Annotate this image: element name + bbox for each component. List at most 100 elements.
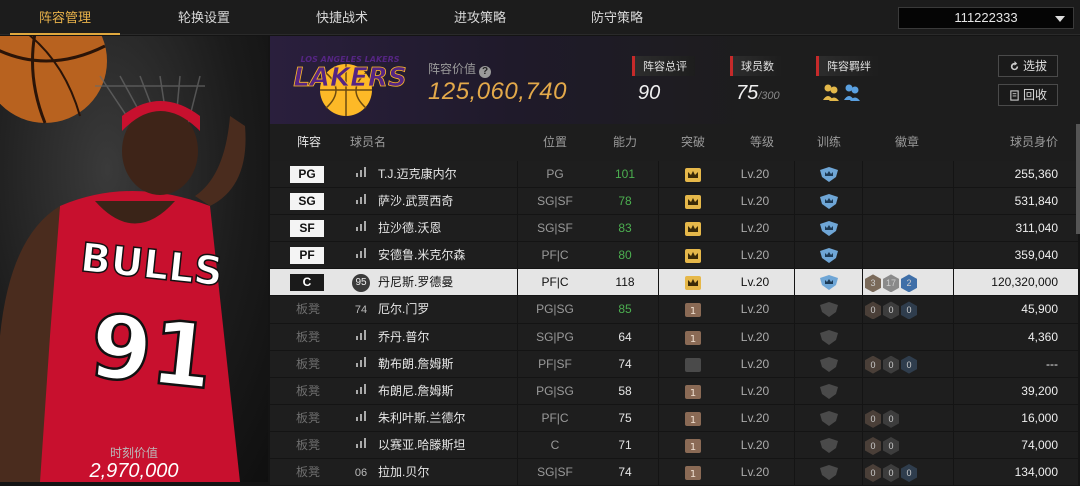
svg-text:91: 91 (85, 294, 218, 409)
player-name: T.J.迈克康内尔 (378, 167, 457, 181)
signal-bars-icon (352, 437, 370, 455)
column-divider (794, 350, 795, 377)
breakthrough-crown-icon (684, 167, 702, 183)
player-name: 安德鲁.米克尔森 (378, 248, 466, 263)
bench-label: 板凳 (296, 437, 321, 452)
player-value: 4,360 (1027, 329, 1058, 344)
bench-label: 板凳 (296, 383, 321, 398)
column-divider (517, 215, 518, 242)
position-slot: PF (290, 247, 324, 265)
badge-icon: 0 (901, 355, 917, 374)
training-shield-icon (819, 383, 838, 399)
column-divider (658, 215, 659, 242)
column-divider (517, 404, 518, 431)
player-level: Lv.20 (740, 275, 770, 290)
player-ability: 101 (614, 167, 636, 181)
player-ability: 64 (618, 329, 632, 344)
column-divider (862, 404, 863, 431)
tab-quick-tactics[interactable]: 快捷战术 (287, 0, 397, 35)
player-level: Lv.20 (740, 410, 770, 425)
player-count: 球员数 75/300 (730, 56, 782, 105)
player-name: 拉沙德.沃恩 (378, 221, 442, 236)
column-divider (794, 161, 795, 188)
badge-group: 00 (865, 409, 901, 428)
badge-icon: 0 (865, 355, 881, 374)
tab-offense-strategy[interactable]: 进攻策略 (425, 0, 535, 35)
tab-defense-strategy[interactable]: 防守策略 (562, 0, 672, 35)
player-value: 45,900 (1021, 302, 1058, 317)
breakthrough-crown-icon: 1 (684, 330, 702, 346)
signal-bars-icon (352, 166, 370, 184)
player-ability: 58 (618, 383, 632, 398)
player-level: Lv.20 (740, 437, 770, 452)
player-name: 勒布朗.詹姆斯 (378, 356, 454, 371)
position-slot: SF (290, 220, 324, 238)
player-value: 359,040 (1014, 248, 1058, 263)
badge-group: 3 17 2 (865, 273, 919, 293)
player-ability: 80 (618, 248, 632, 263)
column-divider (953, 404, 954, 431)
account-dropdown[interactable]: 111222333 (898, 7, 1074, 29)
player-position: PF|C (541, 410, 569, 425)
badge-icon: 0 (883, 301, 899, 320)
badge-icon: 0 (883, 409, 899, 428)
help-icon[interactable]: ? (479, 66, 492, 78)
column-divider (953, 377, 954, 404)
table-row[interactable]: SG 萨沙.武贾西奇 SG|SF 78 Lv.20 531,840 (270, 188, 1078, 216)
column-divider (862, 431, 863, 459)
column-divider (658, 404, 659, 431)
table-row[interactable]: 板凳 朱利叶斯.兰德尔 PF|C 75 Lv.20 16,000 1 0 0 (270, 404, 1078, 432)
table-row[interactable]: 板凳 74 厄尔.门罗 PG|SG 85 Lv.20 45,900 1 0 0 0 (270, 296, 1078, 324)
badge-icon: 0 (883, 436, 899, 455)
select-button-label: 选拔 (1022, 59, 1047, 73)
bond-icons[interactable] (822, 82, 879, 107)
select-button[interactable]: 选拔 (998, 55, 1058, 77)
badge-group: 000 (865, 463, 919, 483)
column-divider (658, 431, 659, 459)
svg-text:1: 1 (690, 306, 696, 317)
lineup-value: 125,060,740 (428, 78, 567, 105)
scrollbar[interactable] (1076, 124, 1080, 234)
badge-icon: 0 (901, 464, 917, 483)
chevron-down-icon (1055, 16, 1065, 22)
table-row[interactable]: 板凳 勒布朗.詹姆斯 PF|SF 74 Lv.20 --- 0 0 0 (270, 350, 1078, 378)
col-badges: 徽章 (894, 135, 919, 149)
lineup-rating-value: 90 (638, 82, 661, 104)
column-divider (794, 269, 795, 296)
player-count-label: 球员数 (730, 56, 782, 76)
column-divider (794, 323, 795, 350)
column-divider (862, 350, 863, 377)
badge-group: 00 (865, 436, 901, 455)
table-row[interactable]: 板凳 布朗尼.詹姆斯 PG|SG 58 Lv.20 39,200 1 (270, 377, 1078, 405)
bench-label: 板凳 (296, 356, 321, 371)
recycle-button[interactable]: 回收 (998, 84, 1058, 106)
column-divider (862, 242, 863, 269)
svg-text:1: 1 (690, 334, 696, 345)
featured-player-panel: BULLS 91 时刻价值 2,970,000 (0, 36, 268, 482)
column-divider (517, 323, 518, 350)
table-row[interactable]: 板凳 以赛亚.哈滕斯坦 C 71 Lv.20 74,000 1 0 0 (270, 431, 1078, 460)
table-row[interactable]: 板凳 乔丹.普尔 SG|PG 64 Lv.20 4,360 1 (270, 323, 1078, 351)
badge-icon: 0 (865, 301, 881, 320)
jersey-number: 74 (354, 304, 368, 317)
tab-rotation-settings[interactable]: 轮换设置 (149, 0, 259, 35)
table-row[interactable]: PF 安德鲁.米克尔森 PF|C 80 Lv.20 359,040 (270, 242, 1078, 270)
table-body: PG T.J.迈克康内尔 PG 101 Lv.20 255,360 SG 萨沙.武贾西奇 SG|… (270, 161, 1078, 486)
player-value: 120,320,000 (991, 275, 1058, 290)
player-name: 厄尔.门罗 (378, 302, 430, 317)
column-divider (517, 459, 518, 486)
player-level: Lv.20 (740, 248, 770, 263)
column-divider (862, 459, 863, 486)
player-position: PG|SG (536, 383, 574, 398)
column-divider (953, 296, 954, 323)
table-row[interactable]: PG T.J.迈克康内尔 PG 101 Lv.20 255,360 (270, 161, 1078, 189)
table-row[interactable]: C 95 丹尼斯.罗德曼 PF|C 118 Lv.20 120,320,000 3 17 2 (270, 269, 1078, 297)
player-position: PF|C (541, 248, 569, 263)
position-slot: PG (290, 166, 324, 183)
col-training: 训练 (816, 135, 841, 149)
badge-icon: 3 (865, 274, 881, 293)
tab-lineup-management[interactable]: 阵容管理 (10, 0, 120, 35)
lineup-bond: 阵容羁绊 (816, 56, 879, 107)
table-row[interactable]: SF 拉沙德.沃恩 SG|SF 83 Lv.20 311,040 (270, 215, 1078, 243)
column-divider (953, 215, 954, 242)
